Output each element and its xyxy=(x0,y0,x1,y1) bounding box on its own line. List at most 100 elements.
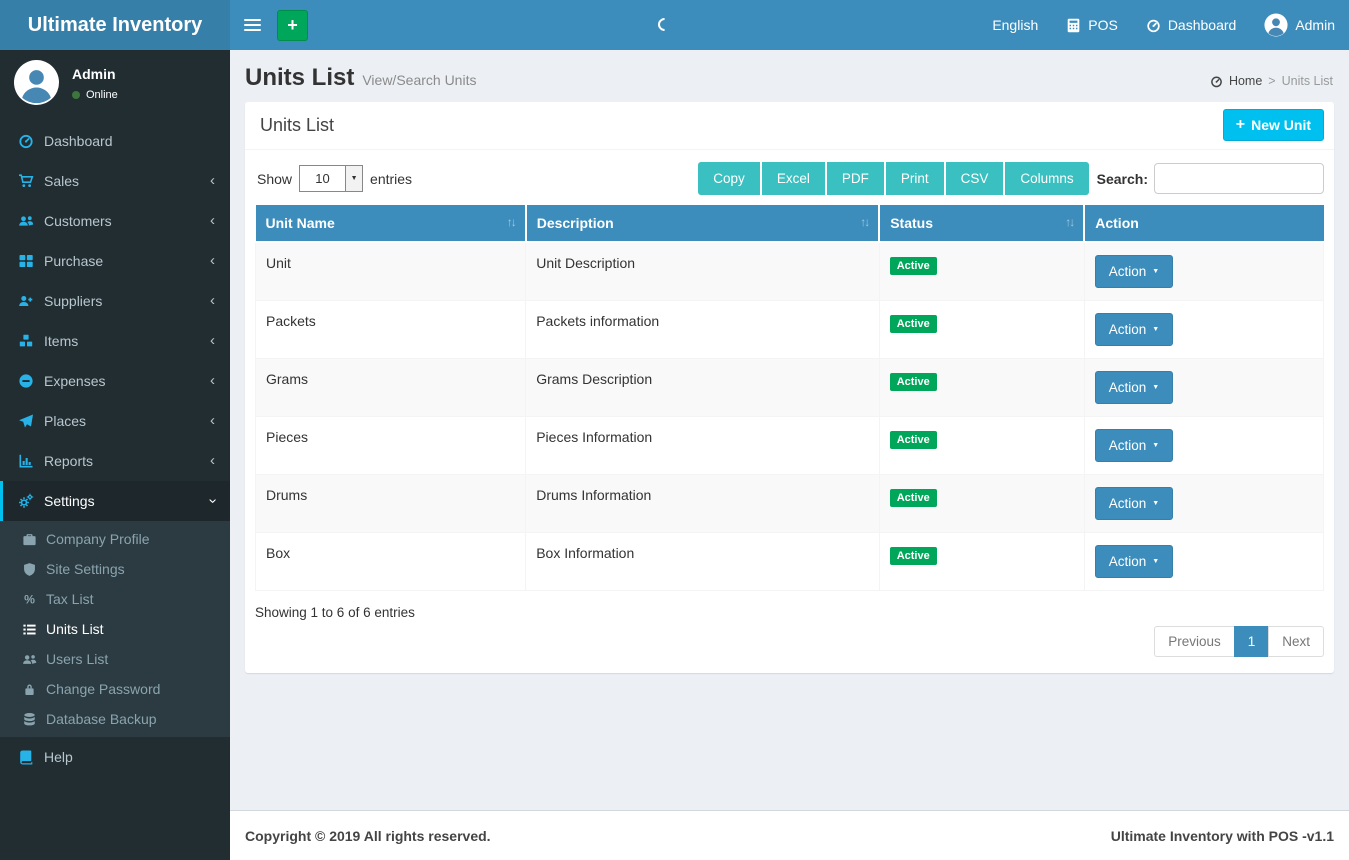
user-status[interactable]: Online xyxy=(72,89,118,101)
action-dropdown-button[interactable]: Action ▼ xyxy=(1095,487,1173,520)
calculator-icon xyxy=(1066,18,1081,33)
breadcrumb-home[interactable]: Home xyxy=(1229,74,1262,88)
pagination-page-1[interactable]: 1 xyxy=(1234,626,1270,657)
users-icon xyxy=(18,213,34,229)
sidebar-subitem-label: Company Profile xyxy=(46,531,150,547)
sidebar-item-suppliers[interactable]: Suppliers‹ xyxy=(0,281,230,321)
action-cell: Action▼ xyxy=(1084,533,1323,591)
pagination-next[interactable]: Next xyxy=(1268,626,1324,657)
pagination-row: Previous1Next xyxy=(245,620,1334,657)
sidebar-item-reports[interactable]: Reports‹ xyxy=(0,441,230,481)
minus-circle-icon xyxy=(18,373,34,389)
sidebar-item-help[interactable]: Help xyxy=(0,737,230,777)
sidebar-subitem-label: Users List xyxy=(46,651,108,667)
sidebar-item-company-profile[interactable]: Company Profile xyxy=(0,524,230,554)
export-button-copy[interactable]: Copy xyxy=(698,162,760,195)
description-cell: Grams Description xyxy=(526,359,880,417)
sidebar-item-items[interactable]: Items‹ xyxy=(0,321,230,361)
action-dropdown-button[interactable]: Action▼ xyxy=(1095,255,1173,288)
status-cell: Active xyxy=(879,359,1084,417)
status-badge: Active xyxy=(890,431,937,449)
column-header-unit-name[interactable]: Unit Name↑↓ xyxy=(256,205,526,242)
search-input[interactable] xyxy=(1154,163,1324,194)
online-status-icon xyxy=(72,91,80,99)
description-cell: Packets information xyxy=(526,301,880,359)
action-dropdown-button[interactable]: Action▼ xyxy=(1095,429,1173,462)
table-row: BoxBox InformationActiveAction▼ xyxy=(256,533,1324,591)
shield-icon xyxy=(22,562,37,577)
search-label: Search: xyxy=(1097,171,1148,187)
action-button-label: Action xyxy=(1109,496,1147,511)
sidebar-item-expenses[interactable]: Expenses‹ xyxy=(0,361,230,401)
table-row: GramsGrams DescriptionActiveAction▼ xyxy=(256,359,1324,417)
sidebar-subitem-label: Tax List xyxy=(46,591,93,607)
sidebar-item-site-settings[interactable]: Site Settings xyxy=(0,554,230,584)
unit-name-cell: Box xyxy=(256,533,526,591)
brand-logo[interactable]: Ultimate Inventory xyxy=(0,0,230,50)
column-header-label: Status xyxy=(890,215,933,231)
database-icon xyxy=(22,712,37,727)
action-dropdown-button[interactable]: Action▼ xyxy=(1095,545,1173,578)
unit-description: Unit Description xyxy=(536,255,635,271)
sidebar-item-database-backup[interactable]: Database Backup xyxy=(0,704,230,734)
chevron-left-icon: ‹ xyxy=(210,216,215,226)
action-button-label: Action xyxy=(1109,380,1147,395)
action-dropdown-button[interactable]: Action▼ xyxy=(1095,371,1173,404)
chevron-left-icon: ‹ xyxy=(210,456,215,466)
sidebar-item-label: Dashboard xyxy=(44,133,113,149)
select-arrow-icon: ▼ xyxy=(345,166,362,191)
export-button-print[interactable]: Print xyxy=(886,162,944,195)
unit-name: Drums xyxy=(266,487,307,503)
sidebar-item-purchase[interactable]: Purchase‹ xyxy=(0,241,230,281)
sidebar-item-places[interactable]: Places‹ xyxy=(0,401,230,441)
user-menu[interactable]: Admin xyxy=(1250,0,1349,50)
sidebar-item-label: Suppliers xyxy=(44,293,102,309)
page-size-value: 10 xyxy=(300,166,345,191)
sidebar-item-sales[interactable]: Sales‹ xyxy=(0,161,230,201)
caret-down-icon: ▼ xyxy=(1152,558,1159,565)
action-button-label: Action xyxy=(1109,438,1147,453)
sidebar-toggle-icon[interactable] xyxy=(230,0,275,50)
pos-label: POS xyxy=(1088,17,1118,33)
column-header-description[interactable]: Description↑↓ xyxy=(526,205,880,242)
sidebar-item-customers[interactable]: Customers‹ xyxy=(0,201,230,241)
export-button-columns[interactable]: Columns xyxy=(1005,162,1088,195)
column-header-label: Description xyxy=(537,215,614,231)
export-button-pdf[interactable]: PDF xyxy=(827,162,884,195)
export-button-excel[interactable]: Excel xyxy=(762,162,825,195)
chevron-left-icon: ‹ xyxy=(210,256,215,266)
language-menu[interactable]: English xyxy=(978,0,1052,50)
users-icon xyxy=(22,652,37,667)
column-header-status[interactable]: Status↑↓ xyxy=(879,205,1084,242)
new-unit-button[interactable]: + New Unit xyxy=(1223,109,1324,141)
sidebar-submenu-settings: Company Profile Site Settings%Tax ListUni… xyxy=(0,521,230,737)
sidebar-item-users-list[interactable]: Users List xyxy=(0,644,230,674)
quick-add-button[interactable]: + xyxy=(277,10,308,41)
sidebar-item-settings[interactable]: Settings‹ xyxy=(0,481,230,521)
show-label: Show xyxy=(257,171,292,187)
home-icon xyxy=(1210,75,1223,88)
action-dropdown-button[interactable]: Action▼ xyxy=(1095,313,1173,346)
pagination-previous[interactable]: Previous xyxy=(1154,626,1235,657)
sidebar: Admin Online DashboardSales‹Customers‹Pu… xyxy=(0,50,230,860)
page-size-select[interactable]: 10 ▼ xyxy=(299,165,363,192)
gears-icon xyxy=(18,493,34,509)
content-header: Units List View/Search Units Home > Unit… xyxy=(230,50,1349,100)
sidebar-item-units-list[interactable]: Units List xyxy=(0,614,230,644)
sidebar-item-label: Places xyxy=(44,413,86,429)
sidebar-item-dashboard[interactable]: Dashboard xyxy=(0,121,230,161)
pagination: Previous1Next xyxy=(1154,626,1324,657)
sidebar-menu: DashboardSales‹Customers‹Purchase‹Suppli… xyxy=(0,121,230,777)
book-icon xyxy=(18,749,34,765)
navbar-body: + English POS Dashboard Admin xyxy=(230,0,1349,50)
tachometer-icon xyxy=(18,133,34,149)
pos-link[interactable]: POS xyxy=(1052,0,1132,50)
dashboard-link[interactable]: Dashboard xyxy=(1132,0,1251,50)
unit-name-cell: Unit xyxy=(256,242,526,301)
caret-down-icon: ▼ xyxy=(1152,500,1159,507)
sidebar-item-tax-list[interactable]: %Tax List xyxy=(0,584,230,614)
sidebar-item-change-password[interactable]: Change Password xyxy=(0,674,230,704)
export-button-csv[interactable]: CSV xyxy=(946,162,1004,195)
action-cell: Action▼ xyxy=(1084,359,1323,417)
status-cell: Active xyxy=(879,475,1084,533)
